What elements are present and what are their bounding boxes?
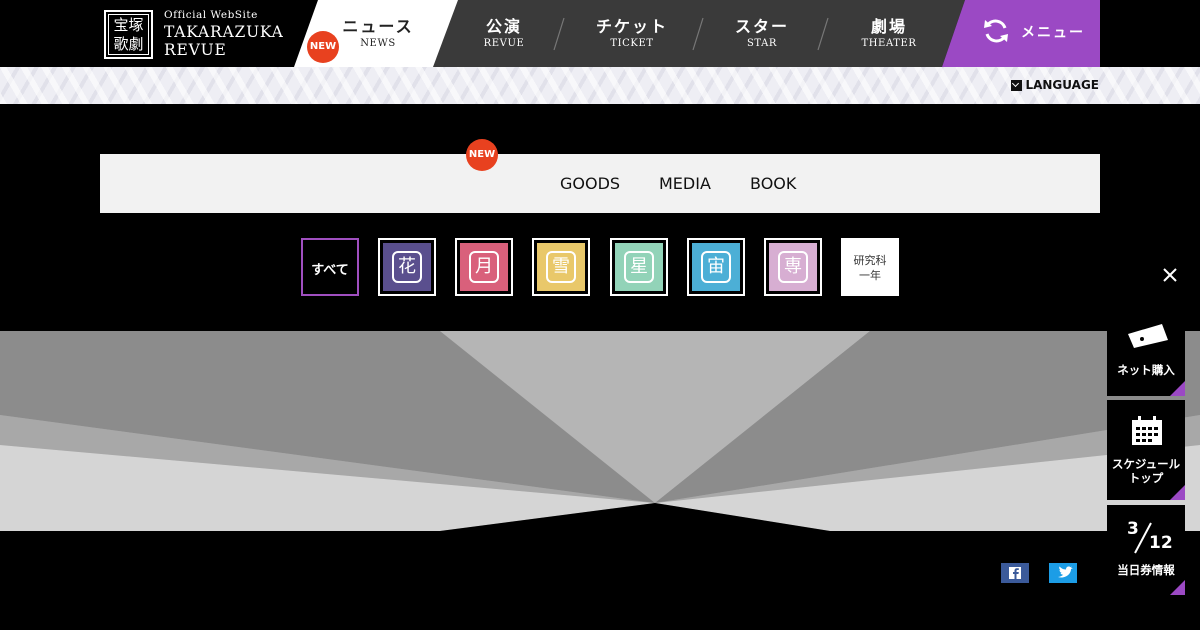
logo-subtitle: Official WebSite: [164, 9, 258, 21]
nav-label-en: REVUE: [483, 38, 525, 49]
category-new-badge: NEW: [466, 139, 498, 171]
nav-label-jp: スター: [734, 17, 789, 36]
close-icon[interactable]: [1160, 265, 1180, 285]
hero-banner-placeholder: [0, 331, 1200, 531]
nav-label-jp: 公演: [485, 17, 522, 36]
tab-book[interactable]: BOOK: [750, 174, 796, 193]
language-selector[interactable]: LANGUAGE: [1011, 78, 1099, 92]
nav-label-en: STAR: [746, 38, 778, 49]
refresh-cycle-icon: [984, 19, 1008, 43]
schedule-top-button[interactable]: スケジュール トップ: [1107, 400, 1185, 500]
star-troupe-seal-icon: 星: [624, 251, 654, 283]
troupe-color-swatch: 雪: [537, 243, 585, 291]
today-month: 3: [1127, 519, 1139, 539]
today-date: 3 12: [1107, 519, 1185, 555]
menu-label: メニュー: [1021, 25, 1085, 41]
category-tab-bar: GOODS MEDIA BOOK: [100, 154, 1100, 213]
senka-seal-icon: 専: [778, 251, 808, 283]
corner-accent: [1170, 381, 1185, 396]
same-day-ticket-button[interactable]: 3 12 当日券情報: [1107, 505, 1185, 595]
facebook-icon: [1009, 567, 1021, 579]
troupe-filter-star[interactable]: 星: [610, 238, 668, 296]
nav-item-news[interactable]: ニュース NEWS: [318, 0, 438, 67]
troupe-filter-snow[interactable]: 雪: [532, 238, 590, 296]
troupe-color-swatch: 専: [769, 243, 817, 291]
nav-label-en: TICKET: [610, 38, 654, 49]
twitter-share-button[interactable]: [1049, 563, 1077, 583]
troupe-filter-first-year-label: 研究科 一年: [853, 254, 887, 282]
same-day-ticket-label: 当日券情報: [1117, 563, 1175, 577]
nav-label-jp: 劇場: [870, 17, 907, 36]
ticket-icon: [1128, 324, 1168, 348]
tab-media[interactable]: MEDIA: [659, 174, 711, 193]
corner-accent: [1170, 580, 1185, 595]
logo-seal-line2: 歌劇: [113, 34, 144, 53]
net-purchase-label: ネット購入: [1117, 363, 1175, 377]
nav-label-jp: チケット: [595, 17, 668, 36]
troupe-filter-flower[interactable]: 花: [378, 238, 436, 296]
takarazuka-seal-logo: 宝塚 歌劇: [104, 10, 153, 59]
troupe-filter-all[interactable]: すべて: [301, 238, 359, 296]
twitter-icon: [1058, 566, 1073, 578]
logo-seal-line1: 宝塚: [113, 15, 144, 34]
snow-troupe-seal-icon: 雪: [546, 251, 576, 283]
troupe-color-swatch: 星: [615, 243, 663, 291]
nav-item-theater[interactable]: 劇場 THEATER: [849, 0, 929, 67]
chevron-down-icon: [1011, 79, 1023, 91]
tab-goods[interactable]: GOODS: [560, 174, 620, 193]
nav-label-jp: ニュース: [342, 17, 414, 36]
troupe-color-swatch: 宙: [692, 243, 740, 291]
net-purchase-button[interactable]: ネット購入: [1107, 310, 1185, 396]
logo-name-line1: TAKARAZUKA: [164, 23, 284, 41]
site-logo[interactable]: 宝塚 歌劇 Official WebSite TAKARAZUKA REVUE: [104, 8, 294, 60]
calendar-icon: [1132, 416, 1162, 445]
nav-item-revue[interactable]: 公演 REVUE: [464, 0, 544, 67]
troupe-filter-first-year[interactable]: 研究科 一年: [841, 238, 899, 296]
corner-accent: [1170, 485, 1185, 500]
troupe-color-swatch: 花: [383, 243, 431, 291]
schedule-top-label: スケジュール トップ: [1111, 457, 1181, 485]
menu-button[interactable]: メニュー: [945, 0, 1100, 67]
flower-troupe-seal-icon: 花: [392, 251, 422, 283]
today-day: 12: [1149, 533, 1173, 553]
language-label: LANGUAGE: [1025, 78, 1099, 92]
cosmos-troupe-seal-icon: 宙: [701, 251, 731, 283]
moon-troupe-seal-icon: 月: [469, 251, 499, 283]
troupe-filter-all-label: すべて: [311, 263, 349, 278]
facebook-share-button[interactable]: [1001, 563, 1029, 583]
news-new-badge: NEW: [307, 31, 339, 63]
nav-label-en: THEATER: [861, 38, 917, 49]
nav-item-ticket[interactable]: チケット TICKET: [582, 0, 682, 67]
troupe-filter-moon[interactable]: 月: [455, 238, 513, 296]
troupe-filter-senka[interactable]: 専: [764, 238, 822, 296]
site-header: 宝塚 歌劇 Official WebSite TAKARAZUKA REVUE …: [0, 0, 1200, 67]
decorative-pattern-strip: LANGUAGE: [0, 67, 1200, 104]
nav-item-star[interactable]: スター STAR: [722, 0, 802, 67]
troupe-filter-cosmos[interactable]: 宙: [687, 238, 745, 296]
logo-name-line2: REVUE: [164, 41, 227, 59]
troupe-color-swatch: 月: [460, 243, 508, 291]
